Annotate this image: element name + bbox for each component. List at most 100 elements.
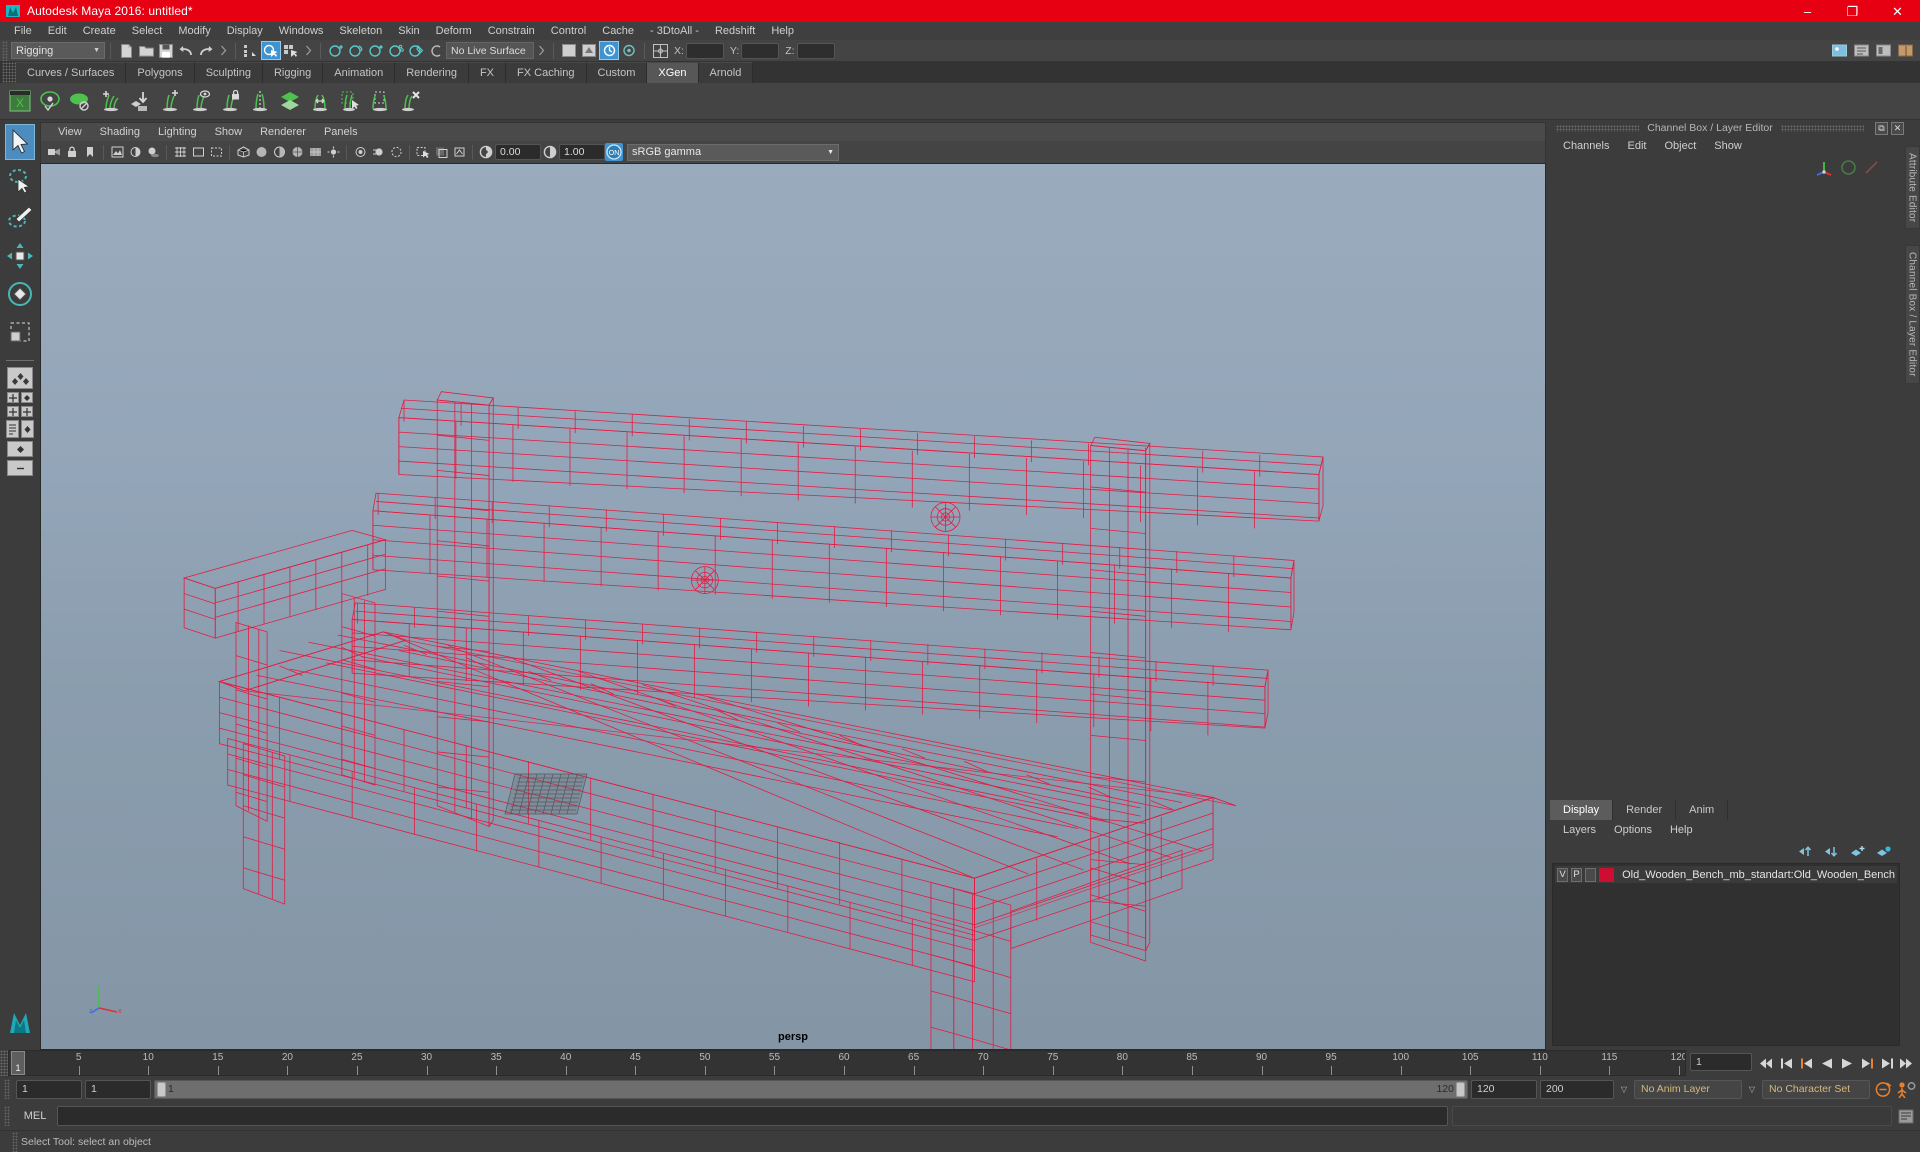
four-view-layout[interactable] — [7, 392, 19, 403]
menu-control[interactable]: Control — [543, 22, 594, 40]
coord-y-input[interactable] — [741, 42, 780, 59]
save-scene-icon[interactable] — [156, 41, 176, 60]
two-pane-layout[interactable] — [21, 392, 33, 403]
step-back-key-icon[interactable] — [1778, 1054, 1795, 1072]
shelf-tab-rigging[interactable]: Rigging — [262, 62, 324, 83]
menu-deform[interactable]: Deform — [428, 22, 480, 40]
xgen-add-description-icon[interactable] — [96, 86, 124, 116]
smooth-shade-all-icon[interactable] — [252, 143, 270, 161]
viewport-menu-panels[interactable]: Panels — [315, 123, 367, 142]
channelbox-menu-object[interactable]: Object — [1655, 136, 1705, 156]
coord-x-input[interactable] — [685, 42, 724, 59]
resolution-gate-icon[interactable] — [207, 143, 225, 161]
time-slider-track[interactable]: 1 5 10 15 20 25 30 35 40 45 50 55 60 65 70 75 80 85 90 95 1… — [8, 1050, 1686, 1076]
viewport-menu-shading[interactable]: Shading — [91, 123, 149, 142]
step-forward-frame-icon[interactable] — [1858, 1054, 1875, 1072]
menu-modify[interactable]: Modify — [170, 22, 218, 40]
sidetab-attribute-editor[interactable]: Attribute Editor — [1904, 146, 1920, 230]
layer-shading-toggle[interactable] — [1585, 867, 1597, 882]
select-component-icon[interactable] — [281, 41, 301, 60]
layer-menu-help[interactable]: Help — [1661, 820, 1702, 840]
xray-joints-icon[interactable] — [450, 143, 468, 161]
channelbox-menu-edit[interactable]: Edit — [1618, 136, 1655, 156]
persp-only-layout[interactable] — [7, 441, 33, 457]
statusline-collapse-2-icon[interactable] — [301, 42, 315, 60]
new-layer-icon[interactable] — [1850, 845, 1866, 858]
anim-layer-dropdown-icon[interactable]: ▽ — [1745, 1080, 1759, 1099]
anim-end-dropdown-icon[interactable]: ▽ — [1617, 1080, 1631, 1099]
grid-icon[interactable] — [171, 143, 189, 161]
exposure-input[interactable]: 0.00 — [495, 144, 541, 160]
layer-color-swatch[interactable] — [1599, 867, 1615, 882]
xray-icon[interactable] — [432, 143, 450, 161]
channel-box-icon[interactable] — [1895, 41, 1915, 60]
minimize-button[interactable]: – — [1785, 0, 1830, 22]
use-all-lights-icon[interactable] — [324, 143, 342, 161]
lock-camera-icon[interactable] — [63, 143, 81, 161]
paint-selection-tool[interactable] — [5, 200, 35, 236]
layer-row[interactable]: V P Old_Wooden_Bench_mb_standart:Old_Woo… — [1555, 866, 1897, 883]
xgen-leaf-icon[interactable] — [66, 86, 94, 116]
layer-menu-options[interactable]: Options — [1605, 820, 1661, 840]
xgen-mirror-guide-icon[interactable] — [246, 86, 274, 116]
new-scene-icon[interactable] — [116, 41, 136, 60]
snap-point-icon[interactable] — [366, 41, 386, 60]
play-forwards-icon[interactable] — [1838, 1054, 1855, 1072]
snap-curve-icon[interactable] — [346, 41, 366, 60]
xgen-layer-icon[interactable] — [276, 86, 304, 116]
current-frame-field[interactable]: 1 — [1690, 1053, 1752, 1071]
manipulator-axes-icon[interactable] — [1814, 158, 1834, 176]
shelf-tab-sculpting[interactable]: Sculpting — [194, 62, 263, 83]
xgen-import-collection-icon[interactable] — [126, 86, 154, 116]
scale-tool[interactable] — [5, 314, 35, 350]
viewport-menu-lighting[interactable]: Lighting — [149, 123, 206, 142]
go-to-end-icon[interactable] — [1898, 1054, 1915, 1072]
xgen-select-guide-icon[interactable] — [336, 86, 364, 116]
command-language-label[interactable]: MEL — [17, 1110, 53, 1122]
two-sided-lighting-icon[interactable] — [126, 143, 144, 161]
playback-start-field[interactable]: 1 — [85, 1079, 151, 1099]
viewport-menu-renderer[interactable]: Renderer — [251, 123, 315, 142]
layer-visibility-toggle[interactable]: V — [1557, 867, 1569, 882]
statusline-collapse-3-icon[interactable] — [534, 42, 548, 60]
go-to-start-icon[interactable] — [1758, 1054, 1775, 1072]
tab-render[interactable]: Render — [1613, 800, 1677, 820]
three-pane-layout[interactable] — [21, 406, 33, 417]
tab-anim[interactable]: Anim — [1676, 800, 1729, 820]
shelf-tab-arnold[interactable]: Arnold — [698, 62, 754, 83]
menu-edit[interactable]: Edit — [40, 22, 75, 40]
wireframe-shaded-icon[interactable] — [234, 143, 252, 161]
live-surface-field[interactable]: No Live Surface — [446, 42, 534, 59]
color-management-toggle[interactable]: ON — [605, 143, 623, 161]
snap-grid-icon[interactable] — [326, 41, 346, 60]
wireframe-on-shaded-icon[interactable] — [288, 143, 306, 161]
tab-display[interactable]: Display — [1550, 800, 1614, 820]
current-time-indicator[interactable]: 1 — [11, 1051, 25, 1075]
xgen-move-guide-icon[interactable] — [306, 86, 334, 116]
viewport-3d-canvas[interactable]: y x z persp — [40, 163, 1546, 1050]
make-live-icon[interactable] — [426, 41, 446, 60]
film-gate-icon[interactable] — [189, 143, 207, 161]
shadows-icon[interactable] — [144, 143, 162, 161]
coord-z-input[interactable] — [796, 42, 835, 59]
viewport-menu-view[interactable]: View — [49, 123, 91, 142]
shelf-tab-rendering[interactable]: Rendering — [395, 62, 469, 83]
persp-graph-layout[interactable] — [21, 420, 34, 438]
attribute-editor-icon[interactable] — [1851, 41, 1871, 60]
render-view-icon[interactable] — [1829, 41, 1849, 60]
exposure-icon[interactable] — [477, 143, 495, 161]
show-manipulator-icon[interactable] — [559, 41, 579, 60]
contrast-icon[interactable] — [541, 143, 559, 161]
single-perspective-layout[interactable] — [7, 367, 33, 389]
channelbox-menu-channels[interactable]: Channels — [1554, 136, 1618, 156]
color-profile-selector[interactable]: sRGB gamma ▼ — [627, 143, 839, 161]
script-editor-icon[interactable] — [1896, 1106, 1916, 1126]
bookmark-icon[interactable] — [81, 143, 99, 161]
xgen-delete-guide-icon[interactable] — [396, 86, 424, 116]
close-button[interactable]: ✕ — [1875, 0, 1920, 22]
move-layer-down-icon[interactable] — [1824, 845, 1840, 858]
render-settings-icon[interactable] — [619, 41, 639, 60]
shelf-tab-fx[interactable]: FX — [468, 62, 507, 83]
menu-constrain[interactable]: Constrain — [480, 22, 543, 40]
panel-drag-handle-right[interactable] — [1780, 124, 1864, 132]
